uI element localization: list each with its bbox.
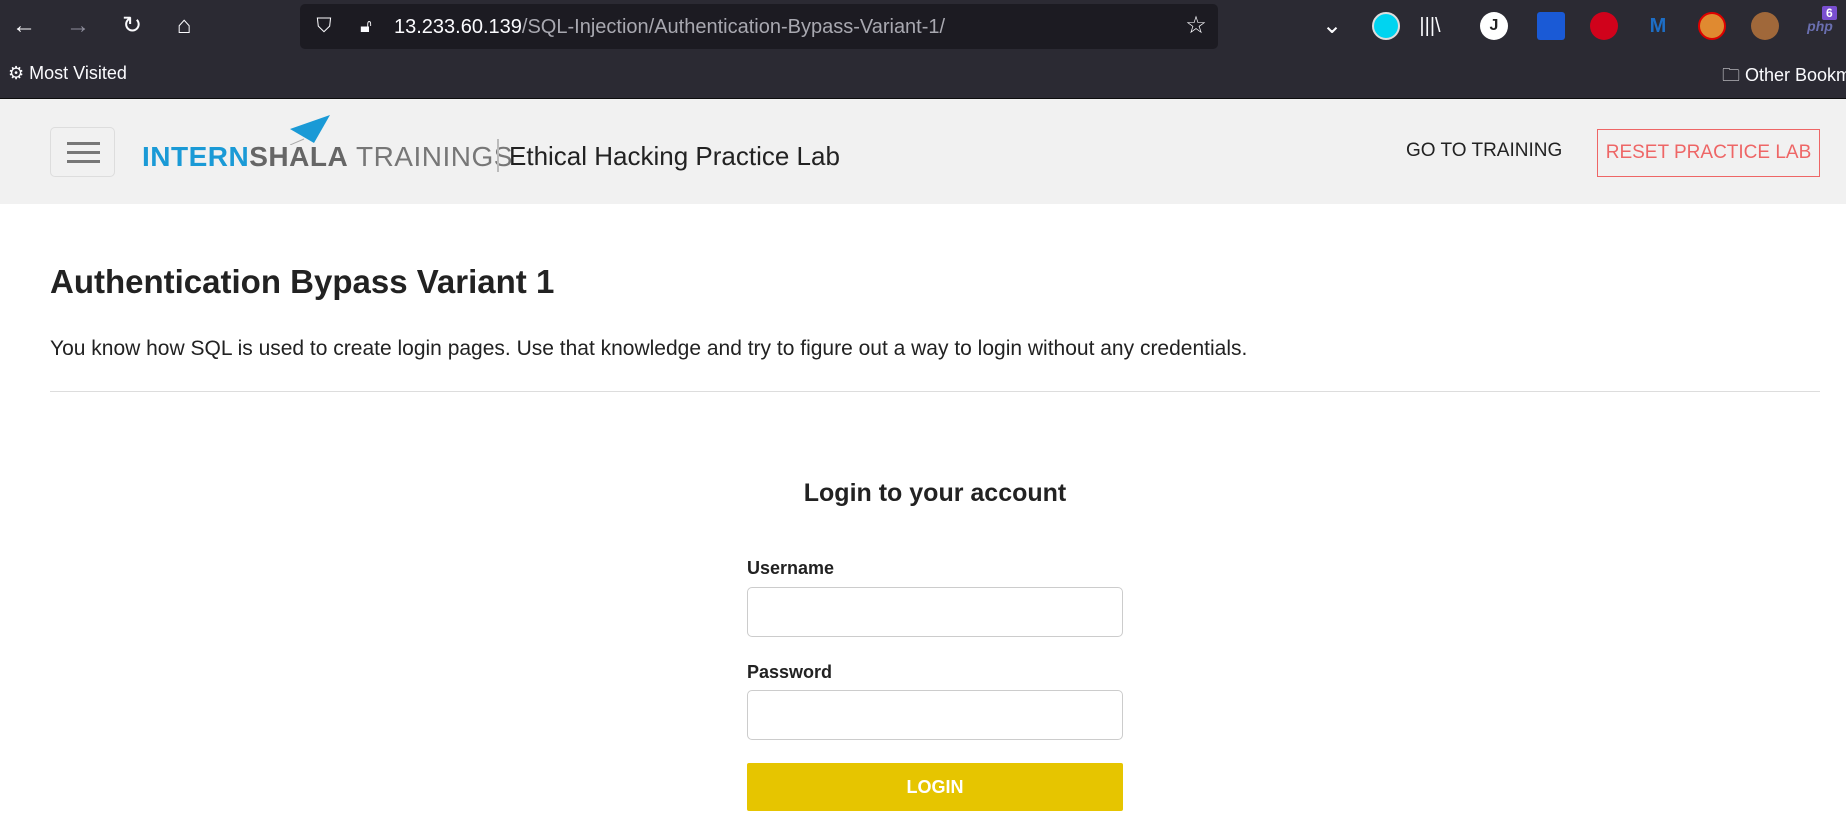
password-label: Password [747, 662, 833, 682]
php-badge: 6 [1822, 6, 1837, 20]
reset-practice-lab-button[interactable]: RESET PRACTICE LAB [1597, 129, 1820, 177]
divider [50, 391, 1820, 392]
blocked-fox-icon[interactable] [1698, 12, 1726, 40]
insecure-lock-icon[interactable]: 🔓︎ [350, 10, 382, 42]
page-description: You know how SQL is used to create login… [50, 337, 1248, 360]
timer-extension-icon[interactable] [1372, 12, 1400, 40]
username-label: Username [747, 558, 835, 578]
menu-button[interactable] [50, 127, 115, 177]
address-bar[interactable]: ⛉ 🔓︎ 13.233.60.139/SQL-Injection/Authent… [300, 4, 1218, 49]
adblock-icon[interactable] [1590, 12, 1618, 40]
internshala-logo[interactable]: INTERNSHALA TRAININGS [142, 141, 513, 173]
shield-icon[interactable]: ⛉ [308, 10, 340, 42]
login-button[interactable]: LOGIN [747, 763, 1123, 811]
logo-divider [497, 139, 499, 172]
bookmarks-bar: ⚙ Most Visited 🗀 Other Bookmarks [0, 53, 1846, 99]
pocket-icon[interactable]: ⌄ [1316, 10, 1348, 42]
url-host: 13.233.60.139 [394, 16, 522, 38]
lab-title: Ethical Hacking Practice Lab [509, 141, 840, 171]
gear-icon: ⚙ [8, 63, 25, 83]
reload-icon[interactable]: ↻ [116, 10, 148, 42]
home-icon[interactable]: ⌂ [168, 10, 200, 42]
go-to-training-link[interactable]: GO TO TRAINING [1406, 140, 1562, 162]
folder-icon: 🗀 [1722, 65, 1740, 85]
page-title: Authentication Bypass Variant 1 [50, 263, 555, 300]
login-heading: Login to your account [803, 479, 1067, 507]
library-icon[interactable]: |||\ [1414, 10, 1446, 42]
j-extension-icon[interactable]: J [1480, 12, 1508, 40]
most-visited-bookmark[interactable]: ⚙ Most Visited [8, 63, 127, 84]
username-input[interactable] [747, 587, 1123, 637]
most-visited-label: Most Visited [29, 63, 127, 83]
site-header: INTERNSHALA TRAININGS Ethical Hacking Pr… [0, 99, 1846, 204]
cookie-icon[interactable] [1751, 12, 1779, 40]
back-icon[interactable]: ← [8, 10, 40, 42]
browser-toolbar: ← → ↻ ⌂ ⛉ 🔓︎ 13.233.60.139/SQL-Injection… [0, 0, 1846, 53]
password-input[interactable] [747, 690, 1123, 740]
other-bookmarks-label: Other Bookmarks [1745, 65, 1846, 85]
other-bookmarks[interactable]: 🗀 Other Bookmarks [1722, 63, 1846, 93]
url-path: /SQL-Injection/Authentication-Bypass-Var… [521, 16, 946, 38]
malwarebytes-icon[interactable]: M [1644, 12, 1672, 40]
forward-icon[interactable]: → [62, 10, 94, 42]
bookmark-star-icon[interactable]: ☆ [1180, 10, 1212, 42]
bitwarden-icon[interactable] [1537, 12, 1565, 40]
